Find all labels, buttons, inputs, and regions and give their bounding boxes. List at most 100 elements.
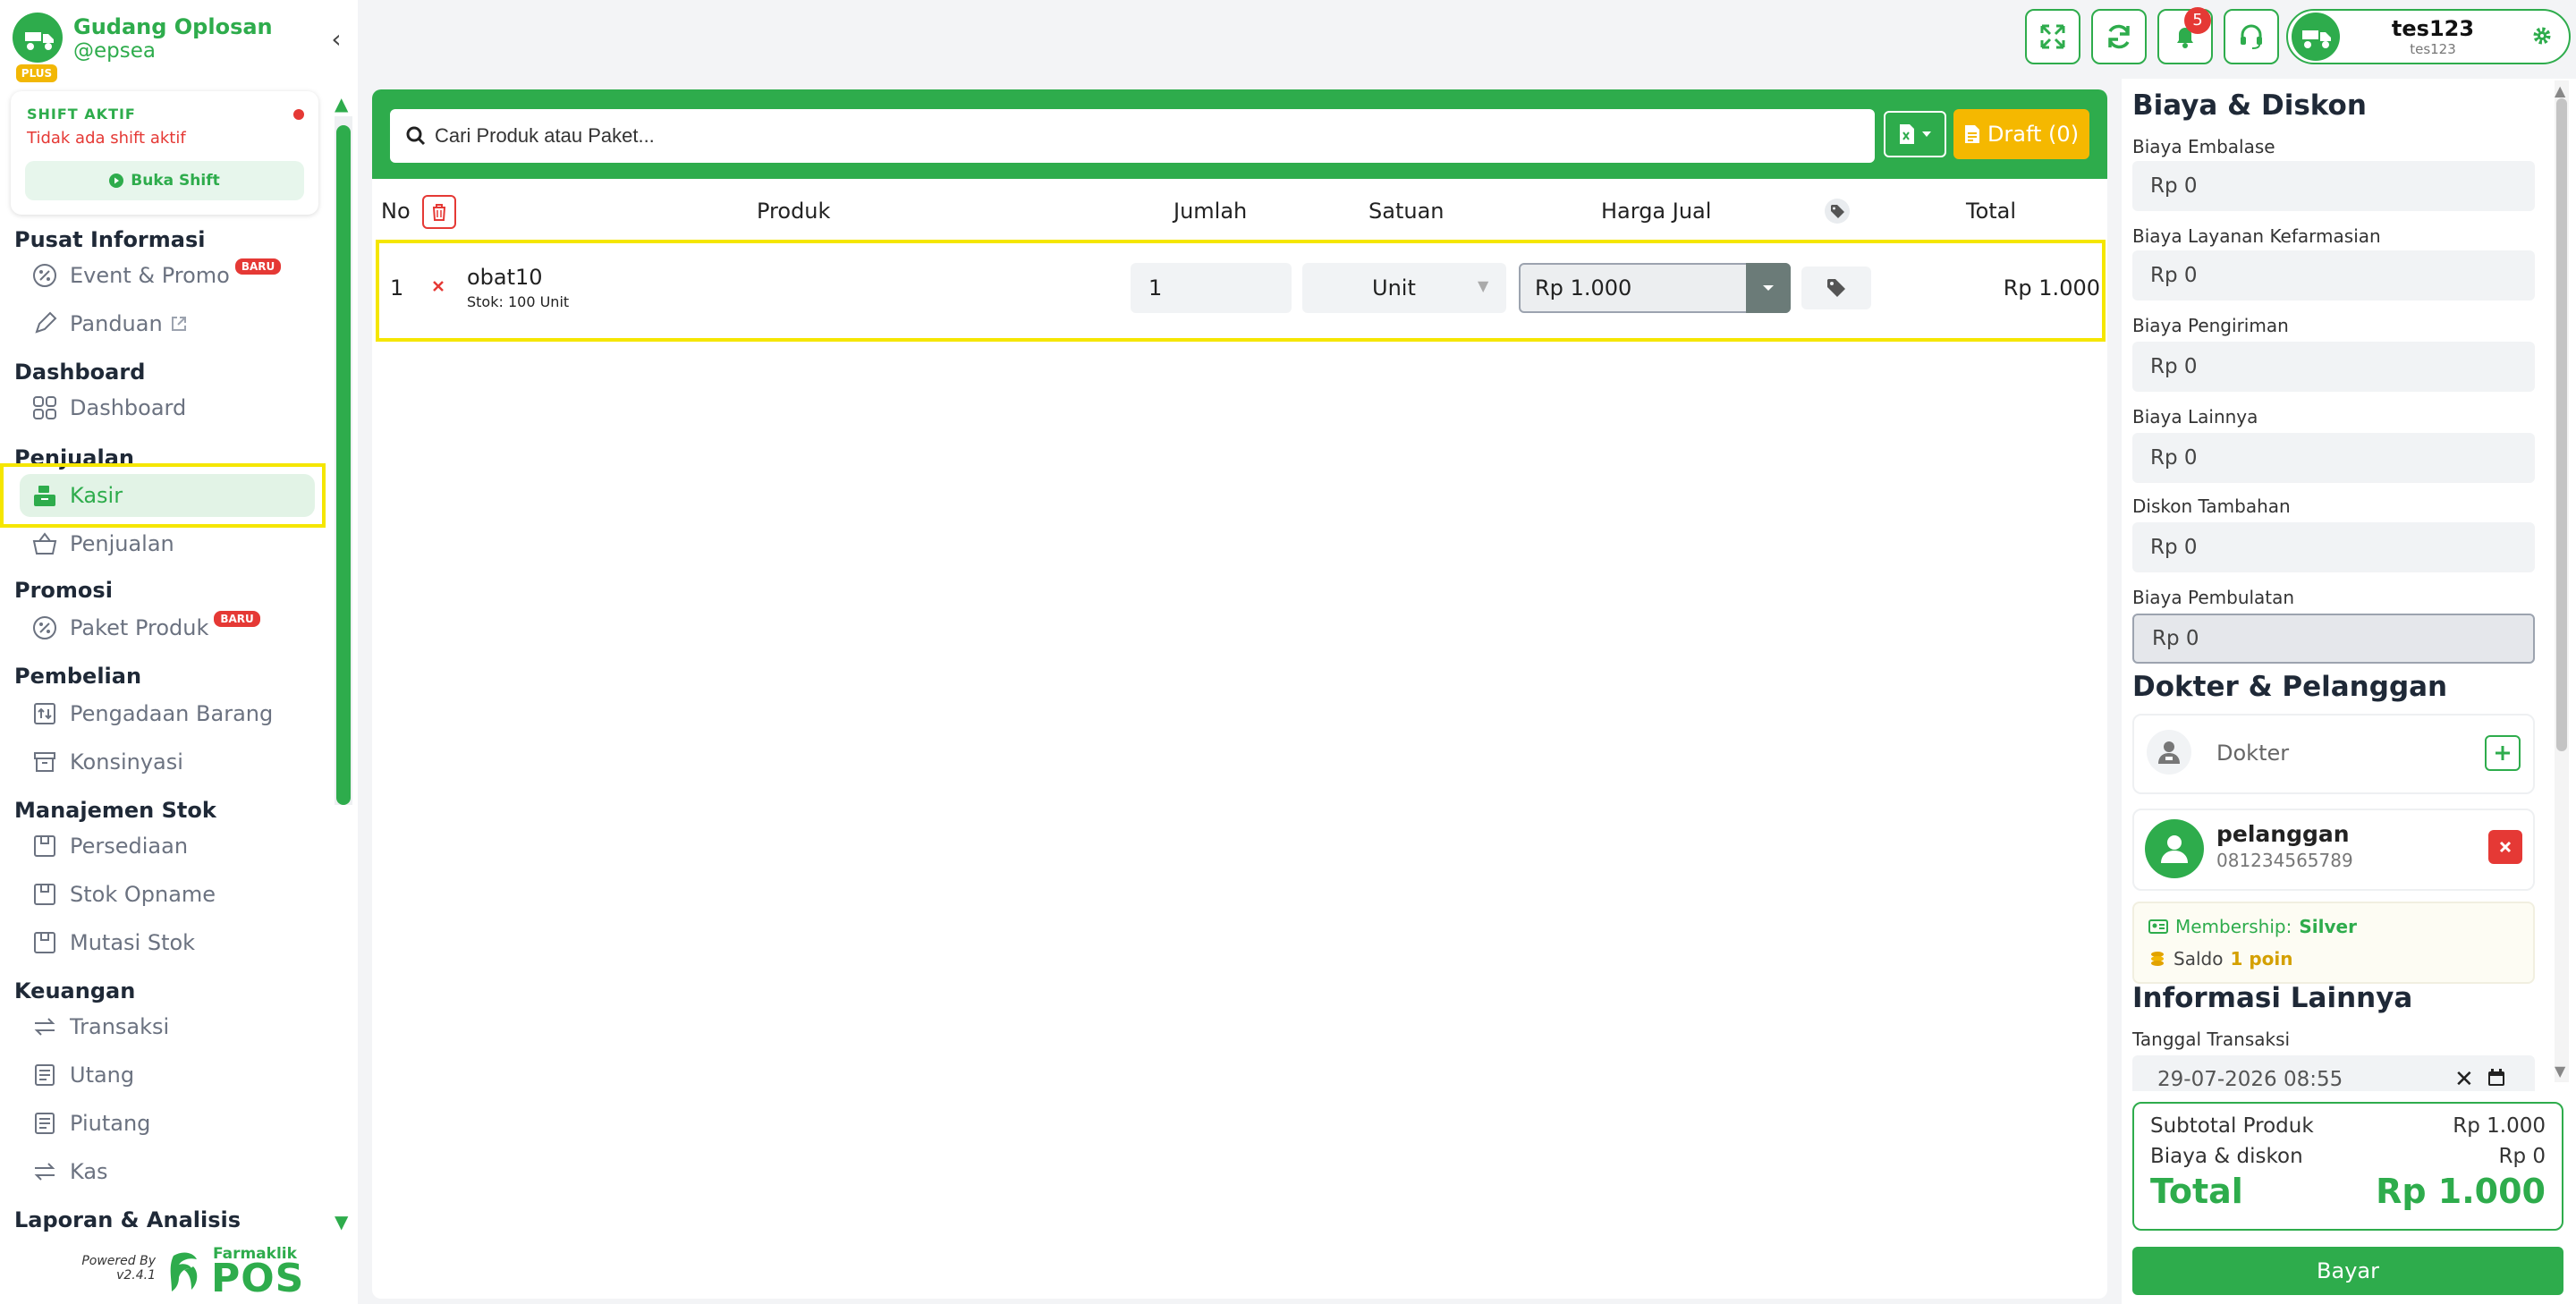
section-pusat-informasi: Pusat Informasi — [14, 227, 206, 252]
sidebar-item-kas[interactable]: Kas — [14, 1150, 322, 1193]
settings-gear-icon[interactable] — [2531, 25, 2553, 47]
col-header-harga-jual: Harga Jual — [1601, 199, 1712, 224]
fee-lainnya-input[interactable]: Rp 0 — [2132, 433, 2535, 483]
sidebar-item-label: Penjualan — [70, 531, 174, 556]
scroll-up-icon[interactable]: ▲ — [2555, 82, 2565, 99]
caret-down-icon — [1763, 285, 1774, 291]
saldo-value: 1 poin — [2230, 948, 2293, 970]
doctor-icon — [2147, 730, 2191, 775]
doctor-placeholder: Dokter — [2216, 741, 2290, 766]
box-icon — [30, 832, 59, 860]
price-value: 1.000 — [1570, 275, 1632, 301]
fee-label: Diskon Tambahan — [2132, 495, 2291, 517]
sidebar-item-utang[interactable]: Utang — [14, 1054, 322, 1097]
sidebar-item-persediaan[interactable]: Persediaan — [14, 825, 322, 868]
grid-icon — [30, 394, 59, 422]
price-dropdown-button[interactable] — [1746, 263, 1791, 313]
currency-prefix: Rp — [2150, 446, 2178, 470]
collapse-sidebar-icon[interactable]: ‹ — [324, 27, 349, 52]
scroll-down-icon[interactable]: ▼ — [2555, 1063, 2565, 1080]
discount-tag-button[interactable] — [1801, 267, 1871, 309]
clear-date-icon[interactable]: ✕ — [2454, 1066, 2474, 1093]
user-name: tes123 — [2391, 16, 2475, 41]
fees-discount-value: Rp 0 — [2498, 1145, 2546, 1168]
product-search[interactable] — [390, 109, 1875, 163]
percent-icon — [30, 261, 59, 290]
purchase-doc-icon — [30, 699, 59, 728]
sidebar-scroll-thumb[interactable] — [336, 125, 351, 805]
product-search-input[interactable] — [435, 124, 1848, 148]
shift-status: Tidak ada shift aktif — [27, 129, 186, 148]
row-number: 1 — [390, 275, 404, 301]
other-info-title: Informasi Lainnya — [2132, 982, 2413, 1014]
panel-scroll-thumb[interactable] — [2556, 98, 2567, 751]
sidebar-item-event-promo[interactable]: Event & Promo BARU — [14, 254, 322, 297]
col-header-tag-icon — [1825, 199, 1850, 224]
exchange-icon — [30, 1157, 59, 1186]
saldo-label: Saldo — [2174, 948, 2224, 970]
sidebar-item-konsinyasi[interactable]: Konsinyasi — [14, 741, 322, 783]
calendar-icon[interactable] — [2487, 1068, 2506, 1088]
sidebar-item-transaksi[interactable]: Transaksi — [14, 1005, 322, 1048]
customer-section-title: Dokter & Pelanggan — [2132, 671, 2448, 703]
receipt-icon — [30, 1109, 59, 1138]
section-keuangan: Keuangan — [14, 978, 136, 1003]
scroll-up-icon[interactable]: ▲ — [335, 93, 348, 114]
clear-cart-button[interactable] — [422, 195, 456, 229]
membership-row: Membership: Silver — [2148, 916, 2357, 937]
fee-value: 0 — [2183, 264, 2198, 287]
currency-prefix: Rp — [2150, 264, 2178, 287]
remove-customer-button[interactable] — [2488, 830, 2522, 864]
trash-icon — [433, 204, 445, 221]
unit-select[interactable]: Unit — [1302, 263, 1506, 313]
excel-file-icon — [1900, 124, 1914, 144]
total-value: Rp 1.000 — [2376, 1172, 2546, 1211]
currency-prefix: Rp — [2152, 627, 2180, 650]
quantity-input[interactable]: 1 — [1131, 263, 1292, 313]
powered-by: Powered By v2.4.1 — [73, 1254, 156, 1283]
sidebar-item-piutang[interactable]: Piutang — [14, 1102, 322, 1145]
tag-icon — [1827, 279, 1845, 297]
section-promosi: Promosi — [14, 578, 113, 603]
powered-by-label: Powered By — [81, 1254, 156, 1268]
sidebar-item-paket-produk[interactable]: Paket Produk BARU — [14, 606, 322, 649]
excel-export-button[interactable] — [1884, 111, 1946, 157]
sidebar-item-panduan[interactable]: Panduan — [14, 302, 322, 345]
kasir-highlight-frame — [0, 463, 326, 528]
scroll-down-icon[interactable]: ▼ — [335, 1211, 348, 1232]
remove-item-icon[interactable] — [431, 279, 445, 293]
sidebar-item-label: Panduan — [70, 311, 163, 336]
add-doctor-button[interactable] — [2485, 735, 2521, 771]
fee-pengiriman-input[interactable]: Rp 0 — [2132, 342, 2535, 392]
pay-button[interactable]: Bayar — [2132, 1247, 2563, 1295]
row-total: Rp 1.000 — [2003, 275, 2100, 301]
refresh-button[interactable] — [2091, 9, 2147, 64]
customer-avatar-icon — [2145, 819, 2204, 878]
fullscreen-button[interactable] — [2025, 9, 2080, 64]
sidebar-item-label: Transaksi — [70, 1014, 170, 1039]
fee-value: 0 — [2185, 627, 2199, 650]
fee-embalase-input[interactable]: Rp 0 — [2132, 161, 2535, 211]
pos-wordmark: POS — [211, 1256, 305, 1301]
open-shift-button[interactable]: Buka Shift — [25, 161, 304, 200]
sidebar-item-label: Piutang — [70, 1111, 151, 1136]
fee-label: Biaya Layanan Kefarmasian — [2132, 225, 2381, 247]
section-manajemen-stok: Manajemen Stok — [14, 798, 216, 823]
external-link-icon — [170, 315, 188, 333]
draft-button[interactable]: Draft (0) — [1953, 109, 2089, 159]
membership-tier: Silver — [2299, 916, 2357, 937]
doctor-select[interactable] — [2132, 714, 2535, 794]
fee-kefarmasian-input[interactable]: Rp 0 — [2132, 250, 2535, 301]
col-header-produk: Produk — [757, 199, 831, 224]
sidebar-item-pengadaan[interactable]: Pengadaan Barang — [14, 692, 322, 735]
sidebar-item-stok-opname[interactable]: Stok Opname — [14, 873, 322, 916]
discount-input[interactable]: Rp 0 — [2132, 522, 2535, 572]
box-icon — [30, 880, 59, 909]
support-button[interactable] — [2224, 9, 2279, 64]
sidebar-item-mutasi-stok[interactable]: Mutasi Stok — [14, 921, 322, 964]
price-prefix: Rp — [1535, 275, 1563, 301]
sidebar-item-penjualan[interactable]: Penjualan — [14, 522, 322, 565]
sidebar-item-dashboard[interactable]: Dashboard — [14, 386, 322, 429]
expand-icon — [2040, 24, 2065, 49]
archive-icon — [30, 748, 59, 776]
